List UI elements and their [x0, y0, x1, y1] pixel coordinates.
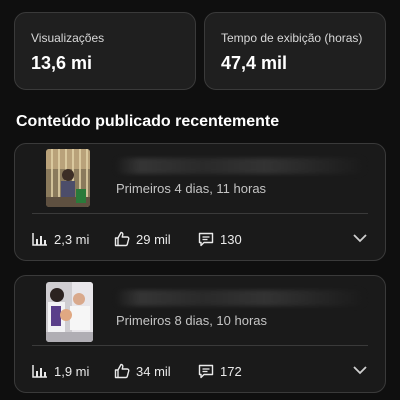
blurred-video-title — [115, 290, 365, 306]
likes-metric: 34 mil — [114, 363, 198, 379]
comment-icon — [198, 232, 214, 246]
video-metrics: 2,3 mi 29 mil 130 — [32, 230, 368, 248]
chevron-down-icon[interactable] — [352, 364, 368, 376]
views-stat-value: 13,6 mi — [31, 53, 93, 73]
views-metric: 2,3 mi — [32, 232, 114, 247]
views-value: 2,3 mi — [54, 231, 90, 247]
views-stat-card[interactable]: Visualizações 13,6 mi — [14, 12, 196, 90]
thumbs-up-icon — [114, 231, 130, 247]
chevron-down-icon[interactable] — [352, 232, 368, 244]
video-metrics: 1,9 mi 34 mil 172 — [32, 362, 368, 380]
video-card[interactable]: Primeiros 4 dias, 11 horas 2,3 mi 29 mil — [14, 143, 386, 261]
blurred-video-title — [115, 158, 365, 174]
comments-metric: 172 — [198, 364, 278, 379]
views-metric: 1,9 mi — [32, 364, 114, 379]
thumbs-up-icon — [114, 363, 130, 379]
video-period: Primeiros 4 dias, 11 horas — [116, 181, 267, 196]
video-period: Primeiros 8 dias, 10 horas — [116, 313, 268, 328]
likes-value: 29 mil — [136, 231, 171, 247]
section-title: Conteúdo publicado recentemente — [16, 113, 280, 130]
views-stat-label: Visualizações — [31, 31, 105, 45]
likes-value: 34 mil — [136, 363, 171, 379]
watch-time-stat-label: Tempo de exibição (horas) — [221, 31, 363, 45]
divider — [32, 213, 368, 214]
previous-section-title-cut — [16, 0, 20, 8]
comments-value: 172 — [220, 363, 242, 379]
video-thumbnail[interactable] — [46, 282, 93, 342]
video-card[interactable]: Primeiros 8 dias, 10 horas 1,9 mi 34 mil — [14, 275, 386, 393]
comment-icon — [198, 364, 214, 378]
views-value: 1,9 mi — [54, 363, 90, 379]
comments-value: 130 — [220, 231, 242, 247]
watch-time-stat-value: 47,4 mil — [221, 53, 288, 73]
comments-metric: 130 — [198, 232, 278, 247]
divider — [32, 345, 368, 346]
video-thumbnail[interactable] — [46, 149, 90, 207]
bar-chart-icon — [32, 233, 47, 246]
likes-metric: 29 mil — [114, 231, 198, 247]
bar-chart-icon — [32, 365, 47, 378]
watch-time-stat-card[interactable]: Tempo de exibição (horas) 47,4 mil — [204, 12, 386, 90]
